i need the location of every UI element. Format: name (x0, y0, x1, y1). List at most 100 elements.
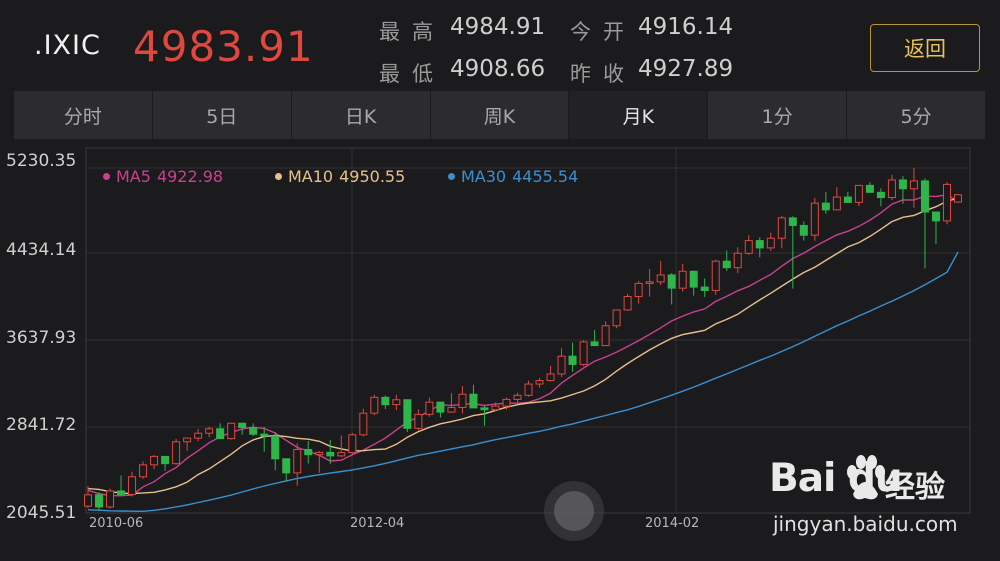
candle-body-up (128, 476, 137, 496)
candle-body-down (755, 240, 764, 249)
floating-home-button[interactable] (544, 481, 604, 541)
candle-body-down (249, 426, 258, 435)
baidu-paw-icon (847, 455, 885, 500)
ma30-dot-icon (448, 173, 455, 180)
candle-body-up (293, 448, 302, 474)
candle-body-down (260, 433, 269, 437)
candle-body-up (172, 441, 181, 465)
candle-body-up (227, 422, 236, 440)
tab-monthly-k[interactable]: 月K (569, 91, 709, 139)
candle-body-up (447, 406, 456, 413)
candle-body-down (799, 224, 808, 236)
candle-body-down (469, 393, 478, 409)
candle-body-down (480, 407, 489, 411)
candle-body-up (183, 437, 192, 443)
watermark-text: 经验 (885, 470, 945, 505)
prev-close-label: 昨收 (570, 62, 636, 86)
prev-close-value: 4927.89 (638, 56, 734, 82)
candle-body-up (854, 184, 863, 203)
candle-body-up (414, 413, 423, 429)
period-tab-bar: 分时 5日 日K 周K 月K 1分 5分 (14, 91, 985, 139)
candle-body-up (942, 183, 951, 222)
tab-1-min[interactable]: 1分 (708, 91, 848, 139)
candle-body-down (436, 401, 445, 413)
tab-5-day[interactable]: 5日 (153, 91, 292, 139)
y-tick-label: 2841.72 (6, 415, 77, 435)
candle-body-down (920, 180, 929, 213)
candle-body-up (909, 180, 918, 190)
candle-body-down (931, 211, 940, 222)
candle-body-down (843, 196, 852, 203)
candle-body-down (238, 422, 247, 428)
candle-body-down (381, 396, 390, 406)
candle-body-down (590, 341, 599, 347)
candle-body-down (282, 458, 291, 474)
quote-header: .IXIC 4983.91 最高 4984.91 今开 4916.14 最低 4… (0, 0, 1000, 92)
tab-weekly-k[interactable]: 周K (431, 91, 570, 139)
candle-body-up (392, 399, 401, 406)
candle-body-up (656, 274, 665, 283)
ma5-dot-icon (103, 173, 110, 180)
candle-body-up (370, 396, 379, 414)
low-label: 最低 (379, 62, 445, 86)
legend-ma10: MA10 4950.55 (275, 167, 405, 186)
y-tick-label: 5230.35 (6, 151, 77, 171)
legend-ma5-value: 4922.98 (156, 167, 224, 186)
candle-body-up (887, 179, 896, 199)
open-value: 4916.14 (638, 14, 734, 40)
candle-body-up (832, 196, 841, 211)
tab-5-min[interactable]: 5分 (847, 91, 985, 139)
candle-body-up (810, 202, 819, 236)
home-button-inner (554, 491, 594, 531)
candle-body-up (535, 380, 544, 385)
back-button[interactable]: 返回 (870, 24, 980, 72)
candle-body-up (315, 451, 324, 456)
x-tick-label: 2010-06 (89, 516, 144, 531)
x-tick-label: 2014-02 (645, 516, 700, 531)
high-label: 最高 (379, 20, 445, 44)
candle-body-up (84, 494, 92, 507)
candle-body-up (634, 282, 643, 298)
y-tick-label: 2045.51 (6, 503, 77, 523)
candle-body-up (744, 240, 753, 254)
candle-body-down (722, 260, 731, 269)
candle-body-up (579, 341, 588, 365)
candle-body-up (557, 355, 566, 375)
candle-body-up (458, 393, 467, 408)
candle-body-up (491, 405, 500, 411)
candle-body-up (425, 401, 434, 415)
last-price: 4983.91 (133, 22, 314, 71)
candle-body-down (689, 270, 698, 288)
candle-body-down (403, 399, 412, 429)
tab-daily-k[interactable]: 日K (292, 91, 431, 139)
candle-body-down (216, 428, 225, 440)
legend-ma5-name: MA5 (116, 167, 151, 186)
ma10-dot-icon (275, 173, 282, 180)
candle-body-down (788, 217, 797, 226)
candle-body-up (645, 281, 654, 284)
candle-body-up (623, 296, 632, 311)
candle-body-up (546, 373, 555, 382)
candle-body-down (161, 455, 170, 465)
candle-body-up (502, 398, 511, 407)
candle-body-up (348, 434, 357, 454)
candle-body-up (954, 194, 962, 203)
candle-body-down (821, 202, 830, 211)
legend-ma10-value: 4950.55 (339, 167, 406, 186)
candle-body-up (359, 412, 368, 436)
candle-body-up (513, 394, 522, 400)
candle-body-up (106, 490, 115, 508)
legend-ma30-name: MA30 (461, 167, 507, 186)
baidu-jingyan-watermark: Bai du 经验 jingyan.baidu.com (765, 452, 985, 542)
candle-body-down (700, 286, 709, 291)
candle-body-up (711, 260, 720, 291)
y-tick-label: 4434.14 (6, 240, 77, 260)
series-line-ma10 (87, 197, 959, 495)
candle-body-up (777, 217, 786, 239)
candle-body-up (678, 270, 687, 289)
open-label: 今开 (570, 20, 636, 44)
candle-body-down (865, 184, 874, 193)
low-value: 4908.66 (450, 56, 546, 82)
tab-intraday[interactable]: 分时 (14, 91, 153, 139)
candle-body-down (876, 191, 885, 199)
